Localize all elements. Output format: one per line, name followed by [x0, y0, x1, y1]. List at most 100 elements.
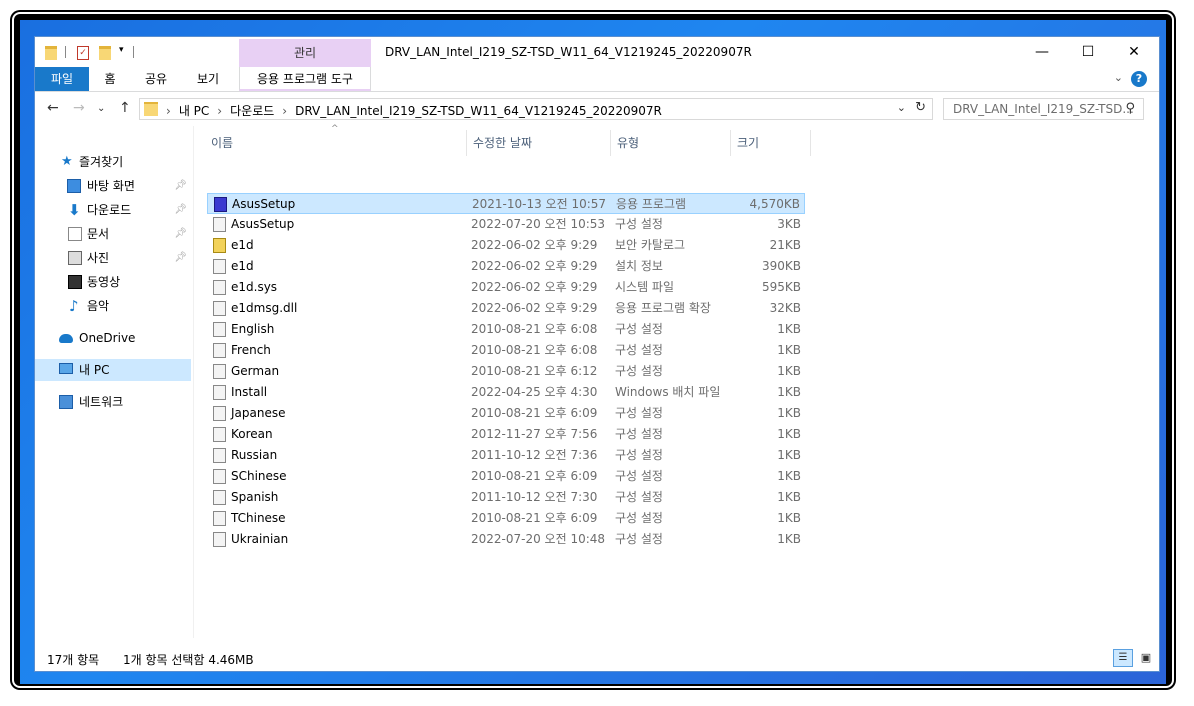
separator [65, 46, 66, 58]
breadcrumb-current-folder[interactable]: DRV_LAN_Intel_I219_SZ-TSD_W11_64_V121924… [295, 104, 662, 118]
refresh-icon[interactable]: ↻ [915, 100, 926, 115]
nav-item-music[interactable]: ♪ 음악 [35, 295, 191, 317]
breadcrumb-this-pc[interactable]: 내 PC [179, 104, 209, 118]
file-row[interactable]: e1d 2022-06-02 오후 9:29 보안 카탈로그 21KB [207, 235, 805, 256]
nav-onedrive[interactable]: OneDrive [35, 327, 191, 349]
nav-item-desktop[interactable]: 바탕 화면 📌︎ [35, 175, 191, 197]
nav-label: OneDrive [79, 331, 136, 345]
address-bar[interactable]: › 내 PC › 다운로드 › DRV_LAN_Intel_I219_SZ-TSD_W11… [139, 98, 933, 120]
file-row[interactable]: e1dmsg.dll 2022-06-02 오후 9:29 응용 프로그램 확장 32… [207, 298, 805, 319]
file-type: 응용 프로그램 확장 [615, 301, 711, 315]
file-row[interactable]: Japanese 2010-08-21 오후 6:09 구성 설정 1KB [207, 403, 805, 424]
tab-application-tools[interactable]: 응용 프로그램 도구 [239, 67, 371, 91]
file-row[interactable]: Install 2022-04-25 오후 4:30 Windows 배치 파일 1K… [207, 382, 805, 403]
file-size: 1KB [777, 490, 801, 504]
breadcrumb-chevron-icon[interactable]: › [282, 104, 287, 118]
tab-home[interactable]: 홈 [95, 67, 125, 91]
search-placeholder[interactable]: DRV_LAN_Intel_I219_SZ-TSD... [953, 102, 1134, 116]
file-row[interactable]: Spanish 2011-10-12 오전 7:30 구성 설정 1KB [207, 487, 805, 508]
file-date: 2021-10-13 오전 10:57 [472, 197, 607, 211]
pin-icon[interactable]: 📌︎ [174, 199, 187, 221]
recent-locations-icon[interactable]: ⌄ [97, 103, 105, 114]
maximize-button[interactable]: ☐ [1065, 37, 1111, 67]
file-date: 2022-07-20 오전 10:48 [471, 532, 606, 546]
file-name: Japanese [231, 406, 286, 420]
selection-info: 1개 항목 선택함 4.46MB [123, 653, 254, 667]
pictures-icon [68, 251, 82, 265]
nav-item-documents[interactable]: 문서 📌︎ [35, 223, 191, 245]
file-type: 응용 프로그램 [616, 197, 687, 211]
expand-ribbon-icon[interactable]: ⌄ [1114, 71, 1123, 84]
pin-icon[interactable]: 📌︎ [174, 175, 187, 197]
nav-item-videos[interactable]: 동영상 [35, 271, 191, 293]
nav-item-downloads[interactable]: ⬇ 다운로드 📌︎ [35, 199, 191, 221]
nav-label: 즐겨찾기 [79, 155, 124, 169]
file-row[interactable]: English 2010-08-21 오후 6:08 구성 설정 1KB [207, 319, 805, 340]
file-date: 2022-06-02 오후 9:29 [471, 238, 598, 252]
details-view-icon[interactable]: ☰ [1113, 649, 1133, 667]
breadcrumb: › 내 PC › 다운로드 › DRV_LAN_Intel_I219_SZ-TSD_W11… [166, 102, 662, 119]
file-date: 2011-10-12 오전 7:30 [471, 490, 598, 504]
help-icon[interactable]: ? [1131, 71, 1147, 87]
properties-icon[interactable]: ✓ [77, 46, 89, 60]
pin-icon[interactable]: 📌︎ [174, 247, 187, 269]
file-type: 시스템 파일 [615, 280, 675, 294]
settings-file-icon [213, 322, 226, 337]
file-type: Windows 배치 파일 [615, 385, 721, 399]
batch-file-icon [213, 385, 226, 400]
file-name: Install [231, 385, 268, 399]
close-button[interactable]: ✕ [1111, 37, 1157, 67]
breadcrumb-downloads[interactable]: 다운로드 [230, 104, 274, 118]
search-icon[interactable]: ⚲ [1125, 101, 1135, 116]
file-row[interactable]: French 2010-08-21 오후 6:08 구성 설정 1KB [207, 340, 805, 361]
file-size: 1KB [777, 364, 801, 378]
file-row[interactable]: Russian 2011-10-12 오전 7:36 구성 설정 1KB [207, 445, 805, 466]
settings-file-icon [213, 364, 226, 379]
tab-file[interactable]: 파일 [35, 67, 89, 91]
cloud-icon [59, 334, 73, 343]
file-size: 1KB [777, 427, 801, 441]
file-row[interactable]: German 2010-08-21 오후 6:12 구성 설정 1KB [207, 361, 805, 382]
nav-item-pictures[interactable]: 사진 📌︎ [35, 247, 191, 269]
search-box[interactable]: DRV_LAN_Intel_I219_SZ-TSD... ⚲ [943, 98, 1144, 120]
file-row[interactable]: e1d.sys 2022-06-02 오후 9:29 시스템 파일 595KB [207, 277, 805, 298]
file-row[interactable]: Ukrainian 2022-07-20 오전 10:48 구성 설정 1KB [207, 529, 805, 550]
file-row[interactable]: AsusSetup 2021-10-13 오전 10:57 응용 프로그램 4,570… [207, 193, 805, 214]
file-row[interactable]: TChinese 2010-08-21 오후 6:09 구성 설정 1KB [207, 508, 805, 529]
column-header-type[interactable]: 유형 [611, 130, 731, 156]
file-row[interactable]: AsusSetup 2022-07-20 오전 10:53 구성 설정 3KB [207, 214, 805, 235]
nav-quick-access[interactable]: ★ 즐겨찾기 [35, 151, 191, 173]
large-icons-view-icon[interactable]: ▣ [1137, 649, 1155, 667]
file-row[interactable]: e1d 2022-06-02 오후 9:29 설치 정보 390KB [207, 256, 805, 277]
file-date: 2010-08-21 오후 6:12 [471, 364, 598, 378]
back-arrow-icon[interactable]: ← [47, 100, 59, 116]
minimize-button[interactable]: — [1019, 37, 1065, 67]
file-name: AsusSetup [231, 217, 295, 231]
nav-network[interactable]: 네트워크 [35, 391, 191, 413]
window-title: DRV_LAN_Intel_I219_SZ-TSD_W11_64_V121924… [385, 45, 752, 59]
file-date: 2022-06-02 오후 9:29 [471, 301, 598, 315]
pin-icon[interactable]: 📌︎ [174, 223, 187, 245]
forward-arrow-icon[interactable]: → [73, 100, 85, 116]
dll-icon [213, 301, 226, 316]
tab-share[interactable]: 공유 [133, 67, 179, 91]
tab-view[interactable]: 보기 [185, 67, 231, 91]
new-folder-icon[interactable] [99, 46, 111, 60]
settings-file-icon [213, 490, 226, 505]
nav-this-pc[interactable]: 내 PC [35, 359, 191, 381]
breadcrumb-chevron-icon[interactable]: › [217, 104, 222, 118]
up-arrow-icon[interactable]: ↑ [119, 100, 131, 116]
file-row[interactable]: Korean 2012-11-27 오후 7:56 구성 설정 1KB [207, 424, 805, 445]
customize-toolbar-icon[interactable]: ▾ [119, 45, 124, 55]
column-header-name[interactable]: 이름 [205, 130, 467, 156]
breadcrumb-chevron-icon: › [166, 104, 171, 118]
file-row[interactable]: SChinese 2010-08-21 오후 6:09 구성 설정 1KB [207, 466, 805, 487]
column-header-size[interactable]: 크기 [731, 130, 811, 156]
column-header-date[interactable]: 수정한 날짜 [467, 130, 611, 156]
setup-info-icon [213, 259, 226, 274]
file-type: 구성 설정 [615, 469, 663, 483]
catalog-icon [213, 238, 226, 253]
address-dropdown-icon[interactable]: ⌄ [897, 101, 906, 114]
file-type: 설치 정보 [615, 259, 663, 273]
nav-label: 사진 [87, 251, 110, 265]
